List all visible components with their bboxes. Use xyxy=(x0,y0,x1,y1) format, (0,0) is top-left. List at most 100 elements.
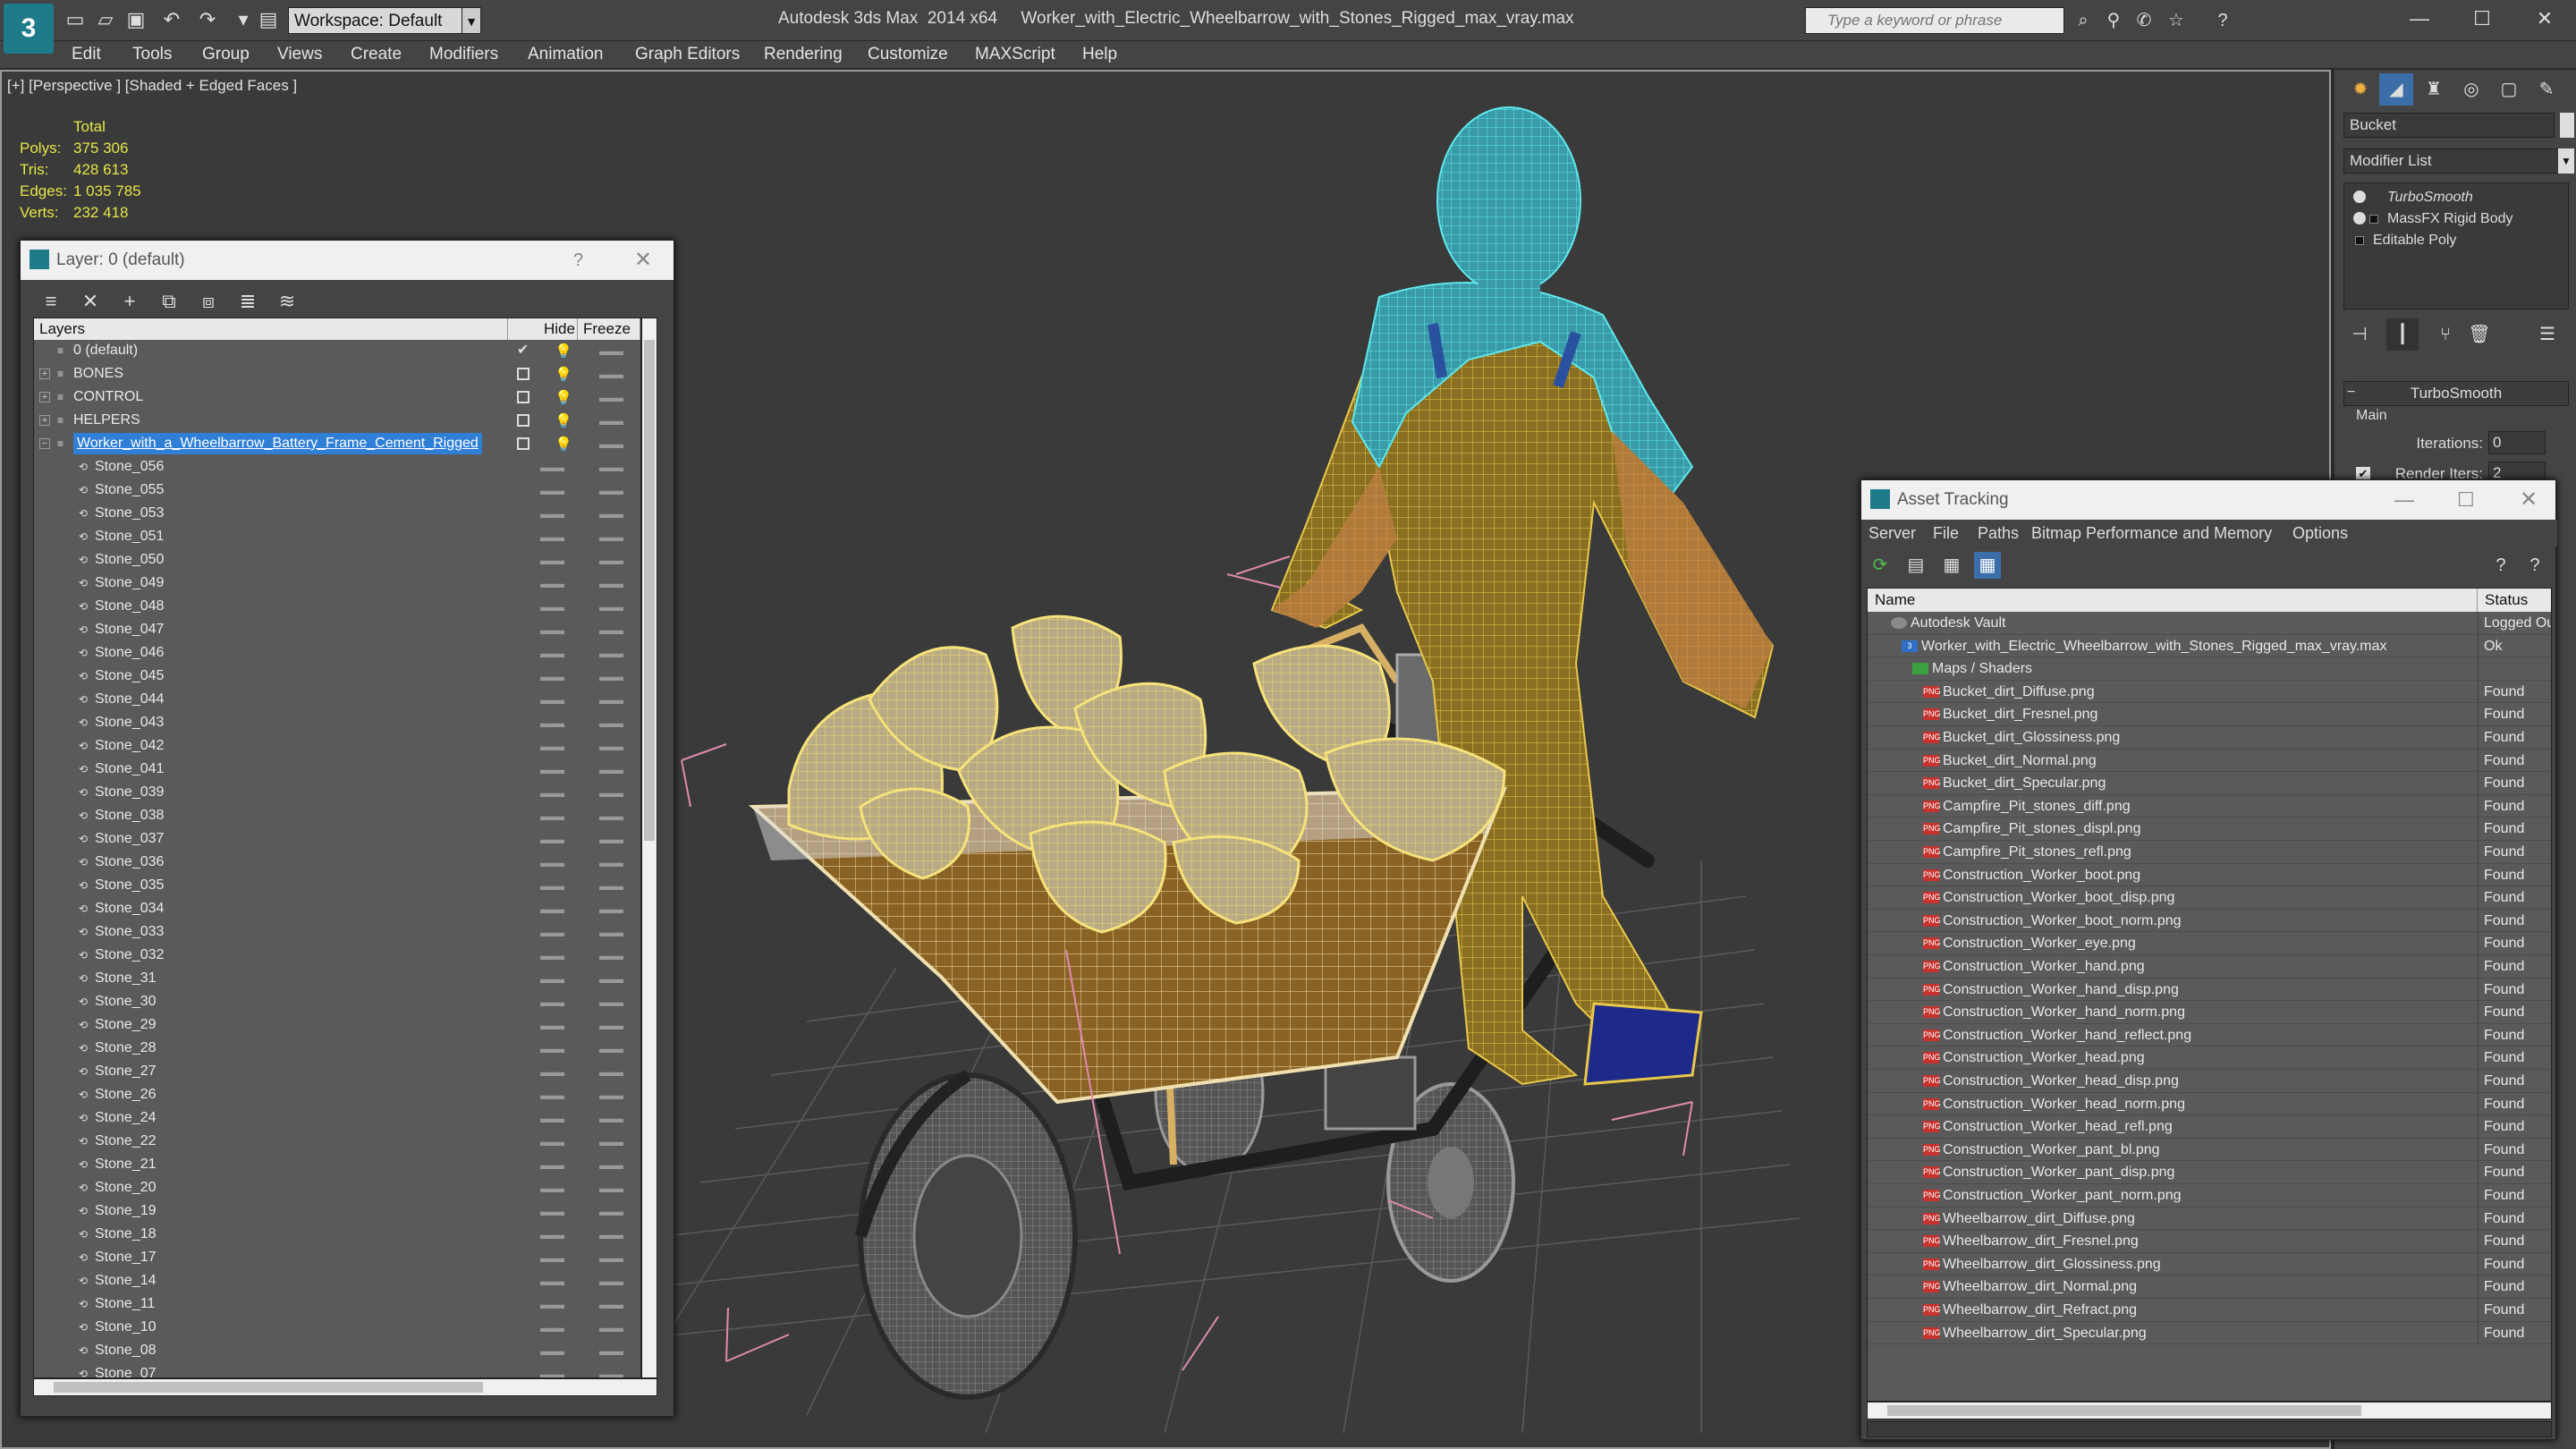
object-name[interactable]: Stone_27 xyxy=(95,1061,157,1082)
utilities-tab-icon[interactable]: ✎ xyxy=(2529,73,2563,106)
object-name[interactable]: Stone_19 xyxy=(95,1200,157,1222)
freeze-toggle-icon[interactable]: ▬▬ xyxy=(599,386,623,408)
asset-row[interactable]: PNG Bucket_dirt_Normal.png Found xyxy=(1868,749,2551,773)
freeze-toggle-icon[interactable]: ▬▬ xyxy=(599,1131,623,1152)
object-name[interactable]: Stone_039 xyxy=(95,782,164,803)
hide-toggle-icon[interactable]: ▬▬ xyxy=(540,712,564,733)
freeze-toggle-icon[interactable]: ▬▬ xyxy=(599,526,623,547)
hide-toggle-icon[interactable]: ▬▬ xyxy=(540,642,564,664)
asset-menu-paths[interactable]: Paths xyxy=(1978,520,2019,547)
menu-create[interactable]: Create xyxy=(351,41,402,68)
object-row[interactable]: ⟲ Stone_035 ▬▬ ▬▬ xyxy=(34,875,640,896)
hide-toggle-icon[interactable]: ▬▬ xyxy=(540,1154,564,1175)
freeze-toggle-icon[interactable]: ▬▬ xyxy=(599,1084,623,1106)
hide-toggle-icon[interactable]: ▬▬ xyxy=(540,852,564,873)
object-name-field[interactable]: Bucket xyxy=(2343,113,2555,138)
hide-toggle-icon[interactable]: ▬▬ xyxy=(540,1293,564,1315)
maximize-icon[interactable]: ☐ xyxy=(2451,0,2513,39)
menu-customize[interactable]: Customize xyxy=(868,41,948,68)
hide-toggle-icon[interactable]: ▬▬ xyxy=(540,875,564,896)
object-name[interactable]: Stone_20 xyxy=(95,1177,157,1199)
expand-toggle-icon[interactable]: + xyxy=(39,369,50,379)
object-row[interactable]: ⟲ Stone_26 ▬▬ ▬▬ xyxy=(34,1084,640,1106)
show-end-result-icon[interactable]: ┃ xyxy=(2386,318,2419,351)
freeze-toggle-icon[interactable]: ▬▬ xyxy=(599,782,623,803)
object-row[interactable]: ⟲ Stone_21 ▬▬ ▬▬ xyxy=(34,1154,640,1175)
object-name[interactable]: Stone_26 xyxy=(95,1084,157,1106)
object-name[interactable]: Stone_056 xyxy=(95,456,164,478)
menu-modifiers[interactable]: Modifiers xyxy=(429,41,498,68)
help-icon[interactable]: ? xyxy=(573,241,583,280)
object-row[interactable]: ⟲ Stone_11 ▬▬ ▬▬ xyxy=(34,1293,640,1315)
freeze-toggle-icon[interactable]: ▬▬ xyxy=(599,1247,623,1268)
asset-menu-server[interactable]: Server xyxy=(1868,520,1916,547)
hide-toggle-icon[interactable]: ▬▬ xyxy=(540,549,564,571)
active-layer-checkbox[interactable] xyxy=(517,437,530,450)
object-name[interactable]: Stone_038 xyxy=(95,805,164,826)
subscription-icon[interactable]: ⚲ xyxy=(2100,7,2127,34)
object-name[interactable]: Stone_055 xyxy=(95,479,164,501)
object-name[interactable]: Stone_041 xyxy=(95,758,164,780)
object-row[interactable]: ⟲ Stone_032 ▬▬ ▬▬ xyxy=(34,945,640,966)
lightbulb-icon[interactable]: 💡 xyxy=(555,411,572,433)
asset-menu-file[interactable]: File xyxy=(1933,520,1959,547)
asset-row[interactable]: PNG Construction_Worker_pant_disp.png Foun… xyxy=(1868,1161,2551,1184)
asset-row[interactable]: PNG Wheelbarrow_dirt_Glossiness.png Found xyxy=(1868,1252,2551,1276)
object-row[interactable]: ⟲ Stone_048 ▬▬ ▬▬ xyxy=(34,596,640,617)
object-row[interactable]: ⟲ Stone_034 ▬▬ ▬▬ xyxy=(34,898,640,919)
freeze-toggle-icon[interactable]: ▬▬ xyxy=(599,1014,623,1036)
hide-toggle-icon[interactable]: ▬▬ xyxy=(540,828,564,850)
hide-toggle-icon[interactable]: ▬▬ xyxy=(540,1107,564,1129)
hide-toggle-icon[interactable]: ▬▬ xyxy=(540,1131,564,1152)
list-view-icon[interactable]: ▤ xyxy=(1902,552,1929,579)
hide-toggle-icon[interactable]: ▬▬ xyxy=(540,1061,564,1082)
undo-icon[interactable]: ↶ xyxy=(159,7,184,32)
minimize-icon[interactable]: — xyxy=(2394,480,2414,520)
asset-horizontal-scrollbar[interactable] xyxy=(1867,1402,2552,1419)
menu-graph-editors[interactable]: Graph Editors xyxy=(635,41,740,68)
object-row[interactable]: ⟲ Stone_056 ▬▬ ▬▬ xyxy=(34,456,640,478)
hide-toggle-icon[interactable]: ▬▬ xyxy=(540,782,564,803)
freeze-toggle-icon[interactable]: ▬▬ xyxy=(599,363,623,385)
asset-row[interactable]: PNG Campfire_Pit_stones_diff.png Found xyxy=(1868,794,2551,818)
hide-toggle-icon[interactable]: ▬▬ xyxy=(540,1363,564,1377)
asset-row[interactable]: PNG Construction_Worker_head_norm.png Foun… xyxy=(1868,1092,2551,1116)
object-name[interactable]: Stone_046 xyxy=(95,642,164,664)
object-row[interactable]: ⟲ Stone_22 ▬▬ ▬▬ xyxy=(34,1131,640,1152)
object-name[interactable]: Stone_11 xyxy=(95,1293,155,1315)
freeze-toggle-icon[interactable]: ▬▬ xyxy=(599,805,623,826)
stack-item-turbosmooth[interactable]: TurboSmooth xyxy=(2344,187,2568,208)
hide-toggle-icon[interactable]: ▬▬ xyxy=(540,596,564,617)
freeze-toggle-icon[interactable]: ▬▬ xyxy=(599,921,623,943)
freeze-toggle-icon[interactable]: ▬▬ xyxy=(599,1200,623,1222)
hide-toggle-icon[interactable]: ▬▬ xyxy=(540,758,564,780)
lightbulb-icon[interactable]: 💡 xyxy=(555,342,572,363)
object-name[interactable]: Stone_14 xyxy=(95,1270,157,1292)
object-row[interactable]: ⟲ Stone_17 ▬▬ ▬▬ xyxy=(34,1247,640,1268)
asset-row[interactable]: PNG Construction_Worker_head_refl.png Foun… xyxy=(1868,1115,2551,1139)
freeze-toggle-icon[interactable]: ▬▬ xyxy=(599,456,623,478)
object-name[interactable]: Stone_18 xyxy=(95,1224,157,1245)
freeze-toggle-icon[interactable]: ▬▬ xyxy=(599,945,623,966)
hide-toggle-icon[interactable]: ▬▬ xyxy=(540,689,564,710)
object-name[interactable]: Stone_050 xyxy=(95,549,164,571)
freeze-toggle-icon[interactable]: ▬▬ xyxy=(599,1154,623,1175)
layer-name[interactable]: HELPERS xyxy=(73,410,140,431)
add-to-layer-icon[interactable]: + xyxy=(112,285,148,318)
object-row[interactable]: ⟲ Stone_051 ▬▬ ▬▬ xyxy=(34,526,640,547)
freeze-toggle-icon[interactable]: ▬▬ xyxy=(599,1177,623,1199)
object-row[interactable]: ⟲ Stone_08 ▬▬ ▬▬ xyxy=(34,1340,640,1361)
freeze-toggle-icon[interactable]: ▬▬ xyxy=(599,596,623,617)
lightbulb-icon[interactable] xyxy=(2353,212,2366,225)
object-name[interactable]: Stone_24 xyxy=(95,1107,157,1129)
object-row[interactable]: ⟲ Stone_037 ▬▬ ▬▬ xyxy=(34,828,640,850)
freeze-toggle-icon[interactable]: ▬▬ xyxy=(599,712,623,733)
active-layer-checkbox[interactable] xyxy=(517,391,530,403)
asset-row[interactable]: PNG Campfire_Pit_stones_refl.png Found xyxy=(1868,841,2551,864)
hide-toggle-icon[interactable]: ▬▬ xyxy=(540,991,564,1013)
workspace-select[interactable]: Workspace: Default xyxy=(288,7,481,34)
freeze-toggle-icon[interactable]: ▬▬ xyxy=(599,665,623,687)
asset-menu-bitmap-performance[interactable]: Bitmap Performance and Memory xyxy=(2031,520,2272,547)
layer-name[interactable]: BONES xyxy=(73,363,123,385)
asset-menu-options[interactable]: Options xyxy=(2292,520,2348,547)
